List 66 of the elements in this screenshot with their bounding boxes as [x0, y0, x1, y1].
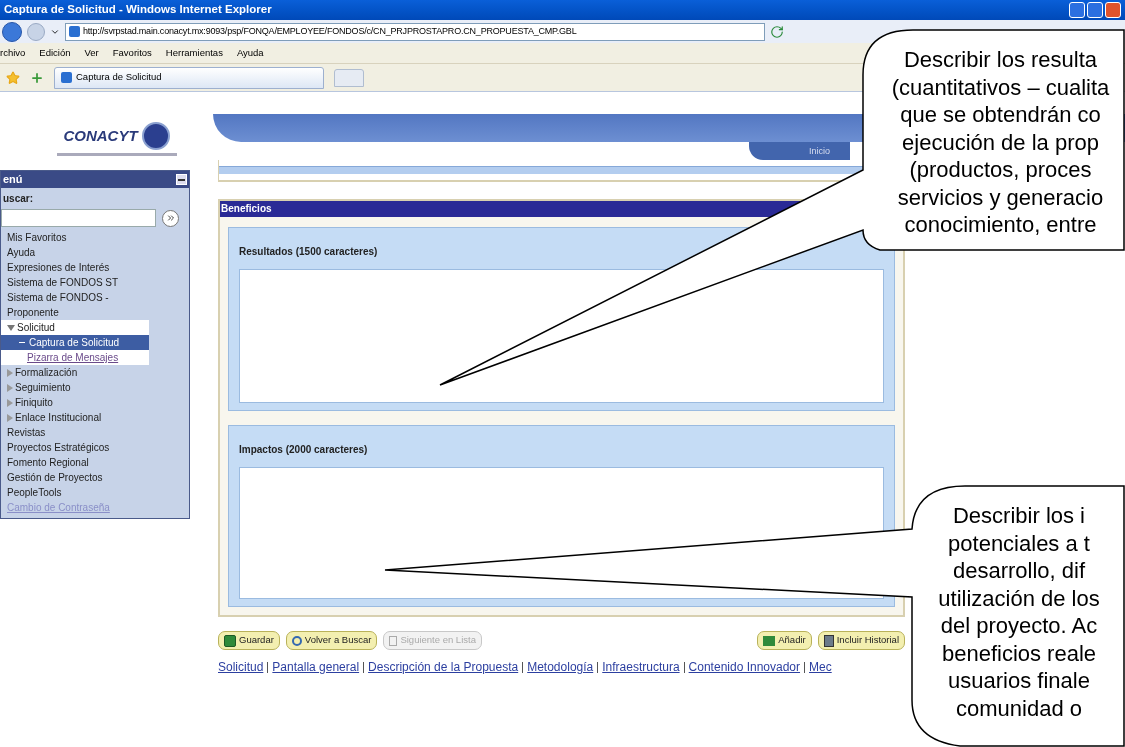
menu-title: enú: [3, 172, 23, 188]
action-button[interactable]: Añadir: [757, 631, 812, 650]
page-icon: [61, 72, 72, 83]
menu-item[interactable]: Gestión de Proyectos: [1, 470, 149, 485]
search-label: uscar:: [2, 192, 34, 206]
menu-folder[interactable]: Enlace Institucional: [1, 410, 149, 425]
action-button[interactable]: Guardar: [218, 631, 280, 650]
menu-item[interactable]: Fomento Regional: [1, 455, 149, 470]
minimize-icon[interactable]: [1069, 2, 1085, 18]
menu-item[interactable]: Proyectos Estratégicos: [1, 440, 149, 455]
menu-folder[interactable]: Formalización: [1, 365, 149, 380]
action-button[interactable]: Volver a Buscar: [285, 631, 378, 650]
add-favorite-icon[interactable]: [30, 70, 44, 85]
menu-bar-item[interactable]: Favoritos: [112, 45, 152, 61]
menu-item[interactable]: Ayuda: [1, 245, 149, 260]
favorites-star-icon[interactable]: [6, 70, 20, 85]
forward-icon[interactable]: [27, 22, 45, 41]
action-button[interactable]: Incluir Historial: [817, 631, 905, 650]
close-icon[interactable]: [1105, 2, 1121, 18]
menu-folder-label: Formalización: [15, 366, 78, 380]
menu-item[interactable]: Captura de Solicitud: [1, 335, 149, 350]
menu-folder-label: Enlace Institucional: [15, 411, 102, 425]
menu-folder[interactable]: Finiquito: [1, 395, 149, 410]
menu-item[interactable]: PeopleTools: [1, 485, 149, 500]
browser-tab[interactable]: Captura de Solicitud: [54, 66, 324, 89]
page-link[interactable]: Contenido Innovador: [688, 658, 801, 676]
collapse-icon[interactable]: [176, 174, 187, 185]
menu-item[interactable]: Revistas: [1, 425, 149, 440]
maximize-icon[interactable]: [1087, 2, 1103, 18]
page-link[interactable]: Infraestructura: [602, 658, 680, 676]
page-link[interactable]: Pantalla general: [272, 658, 360, 676]
go-icon[interactable]: [162, 209, 179, 227]
menu-item[interactable]: Expresiones de Interés: [1, 260, 149, 275]
page-link[interactable]: Solicitud: [218, 658, 264, 676]
page-link[interactable]: Descripción de la Propuesta: [368, 658, 519, 676]
menu-item[interactable]: Sistema de FONDOS - Proponente: [1, 290, 149, 320]
callout-text: Describir los i potenciales a t desarrollo, dif utilización de los del proyecto. Ac beneficios reale usuarios finale comunidad o: [937, 502, 1101, 722]
menu-bar-item[interactable]: Edición: [39, 45, 71, 61]
window-title: Captura de Solicitud - Windows Internet Explorer: [4, 2, 272, 18]
menu-bar-item[interactable]: Ver: [84, 45, 99, 61]
address-field[interactable]: http://svrpstad.main.conacyt.mx:9093/psp/FONQA/EMPLOYEE/FONDOS/c/CN_PRJPROSTAPRO.CN_PROPUESTA_CMP.GBL: [65, 22, 765, 41]
refresh-icon[interactable]: [770, 24, 784, 39]
field-label: Impactos (2000 caracteres): [239, 443, 369, 457]
search-icon: [291, 635, 302, 646]
menu-folder-label: Solicitud: [17, 321, 55, 335]
menu-item[interactable]: Mis Favoritos: [1, 230, 149, 245]
menu-bar-item[interactable]: Herramientas: [165, 45, 223, 61]
url-text: http://svrpstad.main.conacyt.mx:9093/psp/FONQA/EMPLOYEE/FONDOS/c/CN_PRJPROSTAPRO.CN_PROPUESTA_CMP.GBL: [83, 24, 577, 38]
menu-folder[interactable]: Seguimiento: [1, 380, 149, 395]
menu-bar-item[interactable]: Ayuda: [236, 45, 264, 61]
menu-folder[interactable]: Solicitud: [1, 320, 149, 335]
page-link[interactable]: Mec: [809, 658, 832, 676]
logo-text: CONACYT: [63, 125, 138, 146]
menu-link[interactable]: Pizarra de Mensajes: [1, 350, 149, 365]
menu-folder-label: Finiquito: [15, 396, 53, 410]
menu-item[interactable]: Sistema de FONDOS ST: [1, 275, 149, 290]
text-area[interactable]: [239, 269, 884, 403]
field-label: Resultados (1500 caracteres): [239, 245, 379, 259]
header-tab[interactable]: Inicio: [749, 142, 850, 160]
menu-folder-label: Seguimiento: [15, 381, 71, 395]
back-icon[interactable]: [2, 21, 22, 42]
page-link[interactable]: Metodología: [527, 658, 594, 676]
menu-bar-item[interactable]: rchivo: [0, 45, 26, 61]
search-field[interactable]: [1, 209, 156, 227]
page-icon: [69, 26, 80, 37]
logo-emblem-icon: [141, 122, 170, 150]
